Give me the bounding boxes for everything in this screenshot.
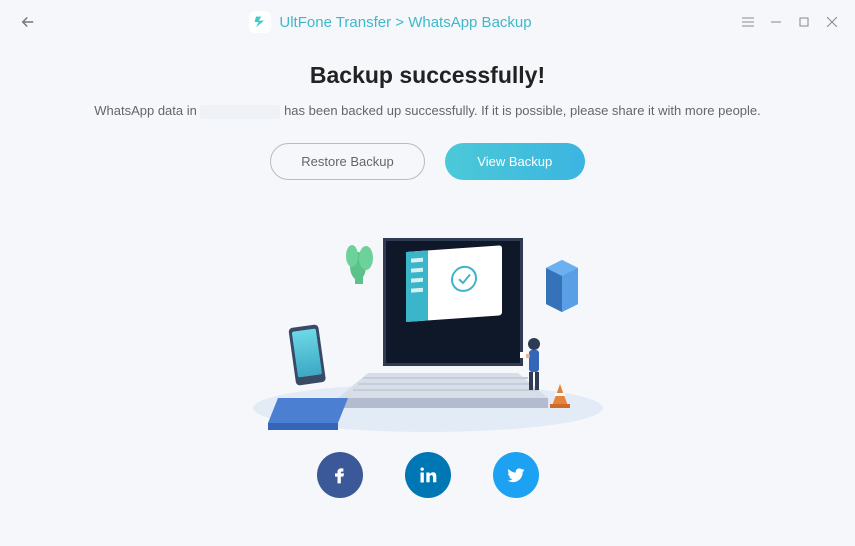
close-button[interactable] bbox=[825, 15, 839, 29]
breadcrumb: UltFone Transfer > WhatsApp Backup bbox=[279, 14, 531, 31]
logo-icon bbox=[252, 14, 268, 30]
minimize-button[interactable] bbox=[769, 15, 783, 29]
subtext: WhatsApp data in has been backed up succ… bbox=[40, 103, 815, 119]
close-icon bbox=[827, 17, 837, 27]
page-title: Backup successfully! bbox=[40, 62, 815, 89]
maximize-button[interactable] bbox=[797, 15, 811, 29]
back-button[interactable] bbox=[16, 10, 40, 34]
view-backup-button[interactable]: View Backup bbox=[445, 143, 585, 180]
app-logo bbox=[249, 11, 271, 33]
subtext-prefix: WhatsApp data in bbox=[94, 103, 200, 118]
minimize-icon bbox=[771, 17, 781, 27]
button-row: Restore Backup View Backup bbox=[40, 143, 815, 180]
linkedin-icon bbox=[418, 465, 438, 485]
facebook-icon bbox=[330, 465, 350, 485]
share-linkedin-button[interactable] bbox=[405, 452, 451, 498]
share-facebook-button[interactable] bbox=[317, 452, 363, 498]
title-center: UltFone Transfer > WhatsApp Backup bbox=[40, 11, 741, 33]
menu-icon bbox=[742, 16, 754, 28]
illustration bbox=[248, 198, 608, 438]
content: Backup successfully! WhatsApp data in ha… bbox=[0, 44, 855, 498]
maximize-icon bbox=[799, 17, 809, 27]
subtext-suffix: has been backed up successfully. If it i… bbox=[280, 103, 760, 118]
restore-backup-button[interactable]: Restore Backup bbox=[270, 143, 425, 180]
device-placeholder bbox=[200, 105, 280, 119]
arrow-left-icon bbox=[19, 13, 37, 31]
menu-button[interactable] bbox=[741, 15, 755, 29]
backup-illustration-icon bbox=[248, 198, 608, 438]
share-twitter-button[interactable] bbox=[493, 452, 539, 498]
window-controls bbox=[741, 15, 839, 29]
titlebar: UltFone Transfer > WhatsApp Backup bbox=[0, 0, 855, 44]
social-row bbox=[40, 452, 815, 498]
twitter-icon bbox=[506, 465, 526, 485]
